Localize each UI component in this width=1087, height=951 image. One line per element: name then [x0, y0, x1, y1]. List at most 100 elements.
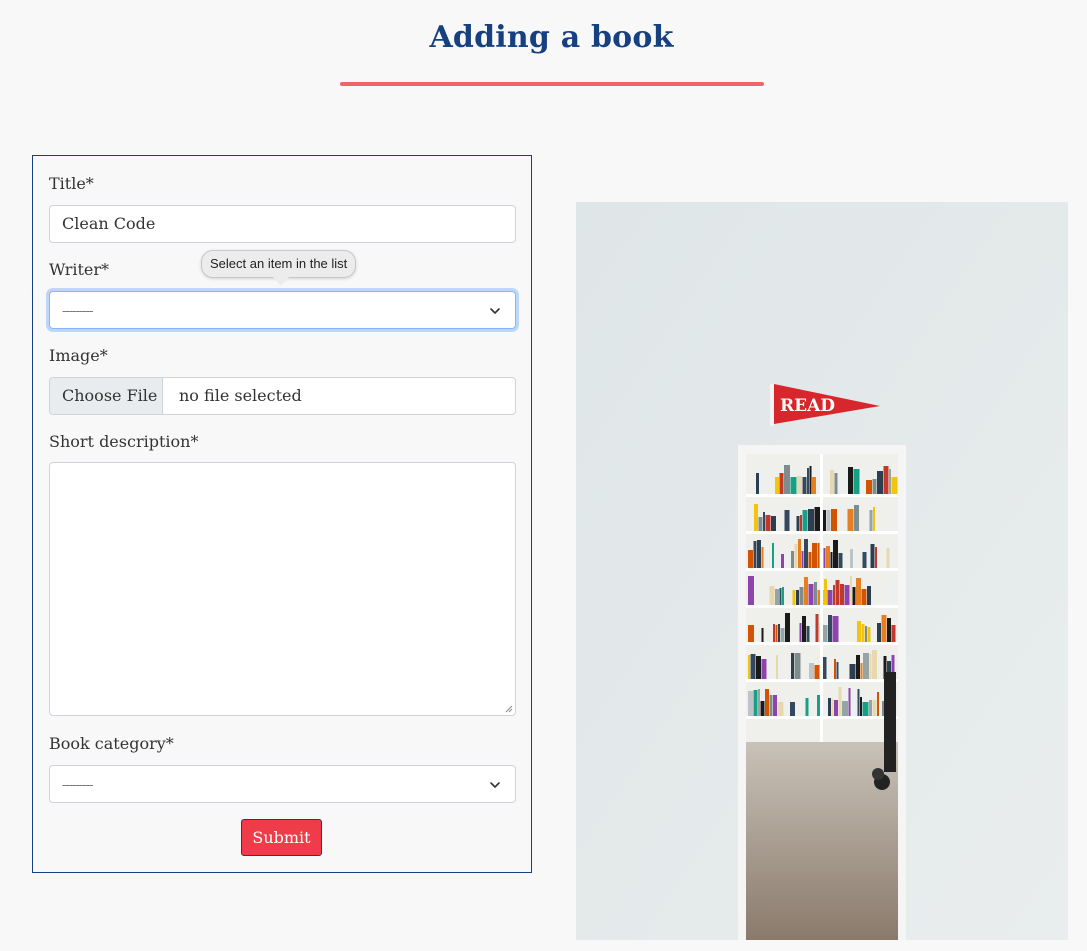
book-spine [759, 471, 766, 494]
book-spine [893, 515, 897, 531]
book-spine [840, 584, 844, 605]
book-spine [889, 469, 891, 494]
book-spine [798, 539, 801, 568]
book-spine [856, 578, 861, 605]
book-spine [790, 477, 797, 494]
book-category-select[interactable]: --------- [49, 765, 516, 803]
book-spine [886, 548, 890, 568]
book-spine [794, 653, 801, 679]
book-spine [761, 628, 764, 642]
book-spine [863, 653, 869, 679]
book-spine [757, 540, 761, 568]
image-file-input[interactable]: Choose File no file selected [49, 377, 516, 415]
pennant-text: READ [780, 396, 835, 416]
book-spine [861, 589, 867, 605]
book-spine [812, 477, 816, 494]
book-spine [754, 504, 758, 531]
book-spine [828, 615, 832, 642]
book-spine [844, 469, 848, 494]
book-spine [804, 577, 808, 605]
book-spine [753, 690, 758, 716]
book-spine [814, 582, 817, 605]
book-spine [869, 510, 873, 531]
book-spine [835, 580, 840, 605]
book-spine [875, 547, 877, 568]
book-spine [748, 655, 750, 679]
title-label: Title* [49, 174, 94, 193]
book-spine [774, 553, 781, 568]
page-title: Adding a book [429, 20, 674, 55]
book-spine [758, 689, 760, 716]
book-spine [887, 582, 894, 605]
book-spine [822, 657, 827, 679]
book-spine [833, 540, 838, 568]
book-spine [824, 579, 827, 605]
book-spine [799, 587, 804, 605]
title-input[interactable]: Clean Code [49, 205, 516, 243]
book-spine [838, 687, 842, 716]
writer-selected-value: --------- [62, 304, 94, 319]
book-spine [842, 701, 848, 716]
book-spine [792, 590, 796, 605]
book-spine [869, 654, 872, 679]
resize-grip-icon[interactable] [505, 705, 513, 713]
book-spine [857, 621, 861, 642]
book-spine [854, 505, 859, 531]
book-spine [867, 586, 871, 605]
book-spine [872, 479, 877, 494]
book-spine [850, 576, 852, 605]
book-spine [877, 692, 879, 716]
book-spine [808, 552, 812, 568]
book-spine [802, 616, 806, 642]
book-spine [784, 510, 790, 531]
book-spine [861, 624, 865, 642]
book-spine [780, 628, 785, 642]
book-spine [809, 663, 814, 679]
submit-button[interactable]: Submit [241, 819, 322, 856]
book-spine [891, 625, 896, 642]
book-spine [779, 473, 784, 494]
book-spine [883, 466, 889, 494]
book-spine [853, 469, 860, 494]
writer-label: Writer* [49, 260, 110, 279]
book-spine [796, 516, 800, 531]
book-spine [782, 587, 784, 605]
book-spine [830, 552, 833, 568]
short-description-textarea[interactable] [49, 462, 516, 716]
bookshelf-doorway-photo: READ [576, 202, 1068, 940]
book-spine [862, 702, 869, 716]
book-spine [773, 624, 775, 642]
book-spine [848, 688, 851, 716]
book-spine [809, 466, 812, 494]
bookshelf-illustration: READ [576, 202, 1068, 940]
book-spine [781, 554, 784, 568]
short-description-label: Short description* [49, 432, 199, 451]
file-status-text: no file selected [179, 386, 302, 405]
book-spine [756, 473, 759, 494]
book-spine [750, 654, 756, 679]
book-spine [887, 618, 891, 642]
book-spine [830, 470, 834, 494]
book-spine [848, 467, 853, 494]
book-spine [834, 473, 838, 494]
writer-select[interactable]: --------- [49, 291, 516, 329]
book-spine [839, 655, 843, 679]
book-spine [779, 588, 782, 605]
book-spine [772, 543, 774, 568]
book-spine [769, 586, 775, 605]
book-spine [838, 473, 844, 494]
book-spine [775, 625, 778, 642]
book-spine [881, 615, 887, 642]
book-spine [828, 698, 831, 716]
chevron-down-icon [490, 308, 500, 314]
book-spine [831, 699, 834, 716]
book-spine [877, 623, 881, 642]
choose-file-button[interactable]: Choose File [50, 378, 163, 414]
book-spine [748, 550, 753, 568]
book-spine [778, 665, 782, 679]
book-spine [870, 544, 875, 568]
book-spine [877, 471, 883, 494]
title-underline [340, 82, 764, 86]
book-spine [790, 702, 795, 716]
book-spine [784, 465, 790, 494]
